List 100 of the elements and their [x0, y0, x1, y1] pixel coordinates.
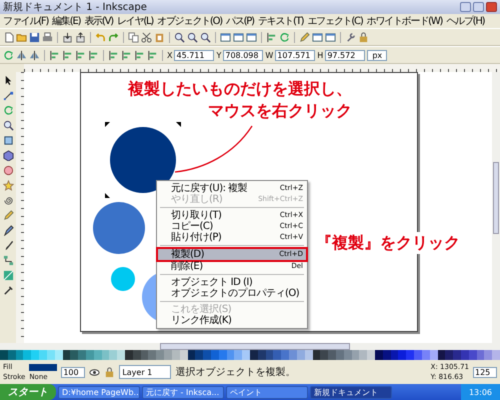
menu-item[interactable]: リンク作成(K) — [157, 315, 307, 326]
align-icon[interactable] — [121, 50, 132, 60]
scrollbar[interactable] — [0, 343, 500, 350]
scissors-icon[interactable] — [141, 32, 152, 42]
window-icon[interactable] — [233, 32, 244, 42]
new-document-icon[interactable] — [3, 32, 14, 42]
color-swatch[interactable] — [453, 350, 461, 360]
taskbar-button[interactable]: ペイント — [226, 386, 308, 398]
color-swatch[interactable] — [125, 350, 133, 360]
taskbar-button[interactable]: D:¥home PageWb... — [58, 386, 140, 398]
color-swatch[interactable] — [117, 350, 125, 360]
rectangle-icon[interactable] — [2, 135, 14, 146]
wrench-icon[interactable] — [345, 32, 356, 42]
unit-dropdown[interactable]: px — [367, 50, 388, 60]
color-swatch[interactable] — [328, 350, 336, 360]
circle-icon[interactable] — [2, 165, 14, 176]
color-swatch[interactable] — [242, 350, 250, 360]
color-swatch[interactable] — [23, 350, 32, 360]
flip-icon[interactable] — [29, 50, 40, 60]
opacity-field[interactable]: 100 — [61, 366, 86, 378]
export-icon[interactable] — [75, 32, 86, 42]
color-swatch[interactable] — [31, 350, 40, 360]
color-swatch[interactable] — [484, 350, 492, 360]
pen-icon[interactable] — [2, 225, 14, 236]
connector-icon[interactable] — [2, 255, 14, 266]
scrollbar[interactable] — [492, 72, 500, 343]
height-field[interactable]: 97.572 — [325, 50, 366, 60]
align-icon[interactable] — [49, 50, 60, 60]
menu-item[interactable]: ホワイトボード(W) — [364, 14, 444, 28]
color-swatch[interactable] — [70, 350, 78, 360]
save-icon[interactable] — [29, 32, 40, 42]
cube-icon[interactable] — [2, 150, 14, 161]
lock-icon[interactable] — [104, 366, 116, 378]
gradient-icon[interactable] — [2, 270, 14, 281]
layer-dropdown[interactable]: Layer 1 — [119, 365, 172, 379]
search-icon[interactable] — [200, 32, 211, 42]
menu-item[interactable]: ヘルプ(H) — [444, 14, 486, 28]
menu-item[interactable]: パス(P) — [224, 14, 256, 28]
node-icon[interactable] — [2, 90, 14, 101]
menu-item[interactable]: オブジェクトのプロパティ(O) — [157, 288, 307, 299]
color-swatch[interactable] — [375, 350, 383, 360]
folder-icon[interactable] — [16, 32, 27, 42]
lock-icon[interactable] — [358, 32, 369, 42]
color-swatch[interactable] — [156, 350, 164, 360]
align-icon[interactable] — [108, 50, 119, 60]
window-icon[interactable] — [325, 32, 336, 42]
align-icon[interactable] — [147, 50, 158, 60]
color-swatch[interactable] — [320, 350, 328, 360]
width-field[interactable]: 107.571 — [275, 50, 316, 60]
color-swatch[interactable] — [203, 350, 211, 360]
eye-icon[interactable] — [89, 366, 100, 378]
redo-icon[interactable] — [108, 32, 119, 42]
align-icon[interactable] — [134, 50, 145, 60]
menu-item[interactable]: オブジェクト(O) — [155, 14, 224, 28]
pencil-icon[interactable] — [2, 210, 14, 221]
color-swatch[interactable] — [398, 350, 406, 360]
start-button[interactable]: スタート — [0, 384, 56, 400]
spiral-icon[interactable] — [2, 195, 14, 206]
color-swatch[interactable] — [39, 350, 47, 360]
pencil-icon[interactable] — [299, 32, 310, 42]
search-icon[interactable] — [2, 120, 14, 131]
scrollbar-thumb[interactable] — [160, 343, 350, 350]
menu-item[interactable]: テキスト(T) — [256, 14, 306, 28]
close-button[interactable] — [486, 2, 497, 12]
color-swatch[interactable] — [164, 350, 172, 360]
window-icon[interactable] — [220, 32, 231, 42]
zoom-field[interactable]: 125 — [473, 366, 497, 378]
color-swatch[interactable] — [109, 350, 118, 360]
color-swatch[interactable] — [0, 350, 8, 360]
taskbar-button[interactable]: 元に戻す - Inksca... — [142, 386, 224, 398]
rotate-icon[interactable] — [2, 105, 14, 116]
color-swatch[interactable] — [234, 350, 242, 360]
menu-item[interactable]: 表示(V) — [82, 14, 115, 28]
window-icon[interactable] — [312, 32, 323, 42]
clipboard-icon[interactable] — [154, 32, 165, 42]
color-swatch[interactable] — [367, 350, 375, 360]
menu-item[interactable]: オブジェクト ID (I) — [157, 277, 307, 288]
copy-icon[interactable] — [128, 32, 139, 42]
color-swatch[interactable] — [359, 350, 368, 360]
align-icon[interactable] — [266, 32, 277, 42]
scrollbar-thumb[interactable] — [493, 162, 499, 234]
undo-icon[interactable] — [95, 32, 106, 42]
print-icon[interactable] — [42, 32, 53, 42]
taskbar-button[interactable]: 新規ドキュメント — [310, 386, 392, 398]
align-icon[interactable] — [75, 50, 86, 60]
dropper-icon[interactable] — [2, 285, 14, 296]
y-field[interactable]: 708.098 — [223, 50, 264, 60]
menu-item[interactable]: ファイル(F) — [1, 14, 50, 28]
color-swatch[interactable] — [406, 350, 414, 360]
menu-item[interactable]: 編集(E) — [50, 14, 82, 28]
color-swatch[interactable] — [445, 350, 454, 360]
minimize-button[interactable] — [460, 2, 471, 12]
color-swatch[interactable] — [250, 350, 258, 360]
search-icon[interactable] — [174, 32, 185, 42]
color-swatch[interactable] — [148, 350, 156, 360]
menu-item[interactable]: エフェクト(C) — [305, 14, 365, 28]
color-swatch[interactable] — [195, 350, 204, 360]
maximize-button[interactable] — [473, 2, 484, 12]
color-swatch[interactable] — [414, 350, 422, 360]
color-swatch[interactable] — [78, 350, 86, 360]
